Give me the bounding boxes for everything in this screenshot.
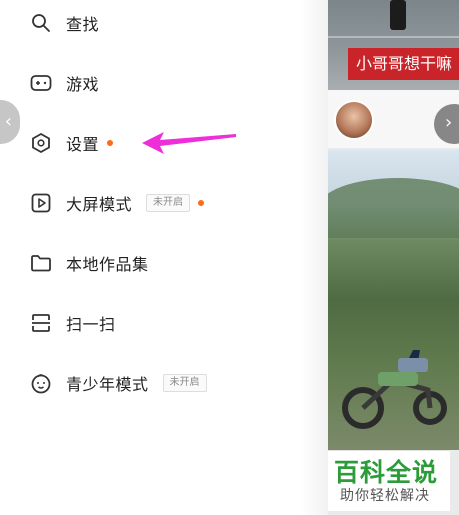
menu-item-big-screen[interactable]: 大屏模式 未开启 [30, 186, 205, 220]
settings-hexagon-icon [30, 132, 52, 154]
menu-item-label: 青少年模式 [66, 375, 149, 394]
child-face-icon [30, 372, 52, 394]
menu-item-local-works[interactable]: 本地作品集 [30, 246, 149, 280]
video-card[interactable]: 小哥哥想干嘛 › [328, 0, 459, 148]
notification-dot [198, 200, 205, 206]
side-menu: ‹ 查找 游戏 设置 大屏模式 未开启 本地作品集 扫一扫 青少年模式 未开启 [0, 0, 300, 515]
video-feed: 小哥哥想干嘛 › [328, 0, 459, 515]
menu-item-label: 本地作品集 [66, 255, 149, 274]
notification-dot [107, 140, 114, 146]
watermark-title: 百科全说 [334, 458, 439, 487]
menu-item-label: 扫一扫 [66, 315, 116, 334]
video-caption: 小哥哥想干嘛 [348, 48, 459, 80]
menu-item-games[interactable]: 游戏 [30, 66, 99, 100]
scan-icon [30, 312, 52, 334]
menu-item-label: 查找 [66, 15, 100, 34]
chevron-right-icon: › [445, 112, 453, 133]
menu-item-label: 大屏模式 [66, 195, 133, 214]
collapse-handle[interactable]: ‹ [0, 100, 20, 144]
watermark-logo: 百科全说 助你轻松解决 [328, 450, 450, 511]
menu-item-search[interactable]: 查找 [30, 6, 99, 40]
menu-item-teen-mode[interactable]: 青少年模式 未开启 [30, 366, 207, 400]
chevron-left-icon: ‹ [4, 111, 12, 132]
folder-icon [30, 252, 52, 274]
avatar[interactable] [334, 100, 374, 140]
figure-legs [390, 0, 406, 30]
motorcycle-icon [342, 350, 447, 429]
menu-item-scan[interactable]: 扫一扫 [30, 306, 116, 340]
mountain-shape [328, 178, 459, 238]
annotation-arrow-icon [142, 132, 236, 154]
menu-item-settings[interactable]: 设置 [30, 126, 114, 160]
search-icon [30, 12, 52, 34]
play-square-icon [30, 192, 52, 214]
status-badge: 未开启 [146, 194, 191, 212]
watermark-subtitle: 助你轻松解决 [340, 488, 430, 504]
gamepad-icon [30, 72, 52, 94]
menu-item-label: 游戏 [66, 75, 100, 94]
video-thumbnail-motorcycle[interactable] [328, 150, 459, 450]
status-badge: 未开启 [162, 374, 207, 392]
road-line [328, 36, 459, 38]
drawer-shadow [300, 0, 328, 515]
menu-item-label: 设置 [66, 135, 100, 154]
